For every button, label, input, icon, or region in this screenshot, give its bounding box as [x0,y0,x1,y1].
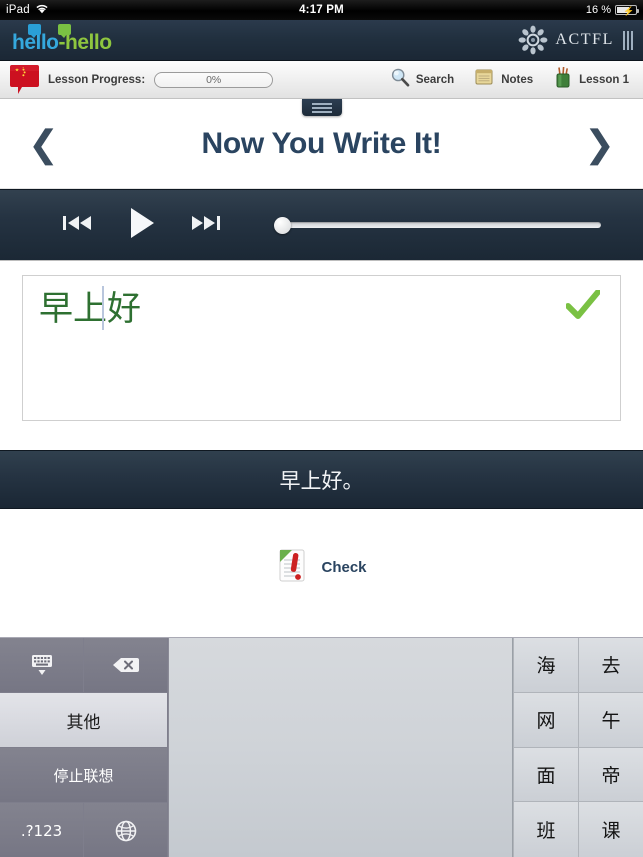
candidate-row: 网 午 [513,692,643,748]
exercise-workspace: 早上好 [0,261,643,421]
candidate-character-panel: 海 去 网 午 面 帝 班 课 [513,638,643,857]
logo-text-second: hello [65,31,112,54]
search-label: Search [415,73,455,86]
search-button[interactable]: Search [390,67,454,92]
page-title: Now You Write It! [201,126,442,160]
stop-prediction-key-label: 停止联想 [53,766,114,785]
candidate-key[interactable]: 午 [578,692,643,748]
battery-percent-label: 16 % [585,4,611,16]
skip-forward-icon[interactable] [190,211,222,240]
lesson-label: Lesson 1 [579,73,629,86]
other-key-label: 其他 [66,712,101,733]
notepad-icon [474,67,495,92]
globe-icon[interactable] [84,803,168,857]
app-top-nav: hello-hello ACTFL [0,20,643,61]
keyboard-left-keys: 其他 停止联想 .?123 [0,638,168,857]
keyboard-row: 停止联想 [0,748,168,803]
keyboard-row: .?123 [0,803,168,857]
pencil-cup-icon [553,66,573,93]
other-key[interactable]: 其他 [0,693,168,748]
toolbar-actions: Search Notes Lesson 1 [390,66,629,93]
keyboard-row [0,638,168,693]
candidate-key[interactable]: 班 [513,802,578,857]
actfl-brand: ACTFL [518,25,633,55]
backspace-icon[interactable] [84,638,168,693]
green-check-icon [565,289,601,320]
hide-keyboard-icon[interactable] [0,638,84,693]
numeric-key-label: .?123 [20,821,63,840]
previous-exercise-button[interactable]: ❮ [28,125,59,162]
status-bar-clock: 4:17 PM [299,4,344,16]
lesson-progress-bar: 0% [154,71,274,88]
numeric-key[interactable]: .?123 [0,803,84,857]
status-bar-right: 16 % ⚡ [585,0,639,20]
battery-charging-icon: ⚡ [615,5,639,16]
candidate-key[interactable]: 网 [513,692,578,748]
magnifier-icon [390,67,410,92]
drawer-handle-icon[interactable] [301,99,342,116]
china-flag-bubble-icon [10,64,39,95]
answer-input[interactable]: 早上好 [22,275,621,421]
candidate-row: 面 帝 [513,747,643,803]
stop-prediction-key[interactable]: 停止联想 [0,748,168,803]
play-icon[interactable] [127,206,157,245]
exercise-title-bar: ❮ Now You Write It! ❯ [0,99,643,189]
player-buttons [62,206,222,245]
seek-track [284,222,601,228]
text-caret [102,286,104,330]
brand-name-label: ACTFL [555,31,614,48]
hello-hello-logo[interactable]: hello-hello [12,24,112,54]
target-sentence-bar: 早上好。 [0,450,643,509]
rosette-icon [518,25,548,55]
ios-status-bar: iPad 4:17 PM 16 % ⚡ [0,0,643,20]
candidate-row: 海 去 [513,638,643,693]
keyboard-row: 其他 [0,693,168,748]
check-document-icon[interactable] [276,548,310,586]
check-answer-row: Check [0,509,643,625]
lesson-toolbar: Lesson Progress: 0% Search Notes Lesson … [0,61,643,99]
lesson-progress-group: Lesson Progress: 0% [10,64,274,95]
candidate-key[interactable]: 课 [578,802,643,857]
app-root: iPad 4:17 PM 16 % ⚡ hello-hello ACTFL Le… [0,0,643,857]
candidate-key[interactable]: 面 [513,747,578,803]
check-button-label[interactable]: Check [321,559,366,576]
next-exercise-button[interactable]: ❯ [584,125,615,162]
skip-back-icon[interactable] [62,211,94,240]
seek-knob[interactable] [274,217,291,234]
chinese-handwriting-keyboard: 其他 停止联想 .?123 海 去 网 午 面 帝 班 课 [0,637,643,857]
audio-seek-slider[interactable] [274,215,601,235]
answer-text: 早上好 [39,289,141,329]
notes-label: Notes [501,73,534,86]
lesson-progress-value: 0% [206,73,222,86]
lesson-selector-button[interactable]: Lesson 1 [553,66,629,93]
candidate-key[interactable]: 去 [578,638,643,693]
candidate-key[interactable]: 帝 [578,747,643,803]
target-sentence: 早上好。 [279,468,364,493]
notes-button[interactable]: Notes [474,67,533,92]
logo-speech-bubbles-icon [28,22,71,40]
handwriting-canvas[interactable] [168,638,513,857]
candidate-key[interactable]: 海 [513,638,578,693]
three-bars-icon [623,30,633,50]
lesson-progress-label: Lesson Progress: [48,73,146,86]
candidate-row: 班 课 [513,802,643,857]
audio-player-bar [0,189,643,261]
